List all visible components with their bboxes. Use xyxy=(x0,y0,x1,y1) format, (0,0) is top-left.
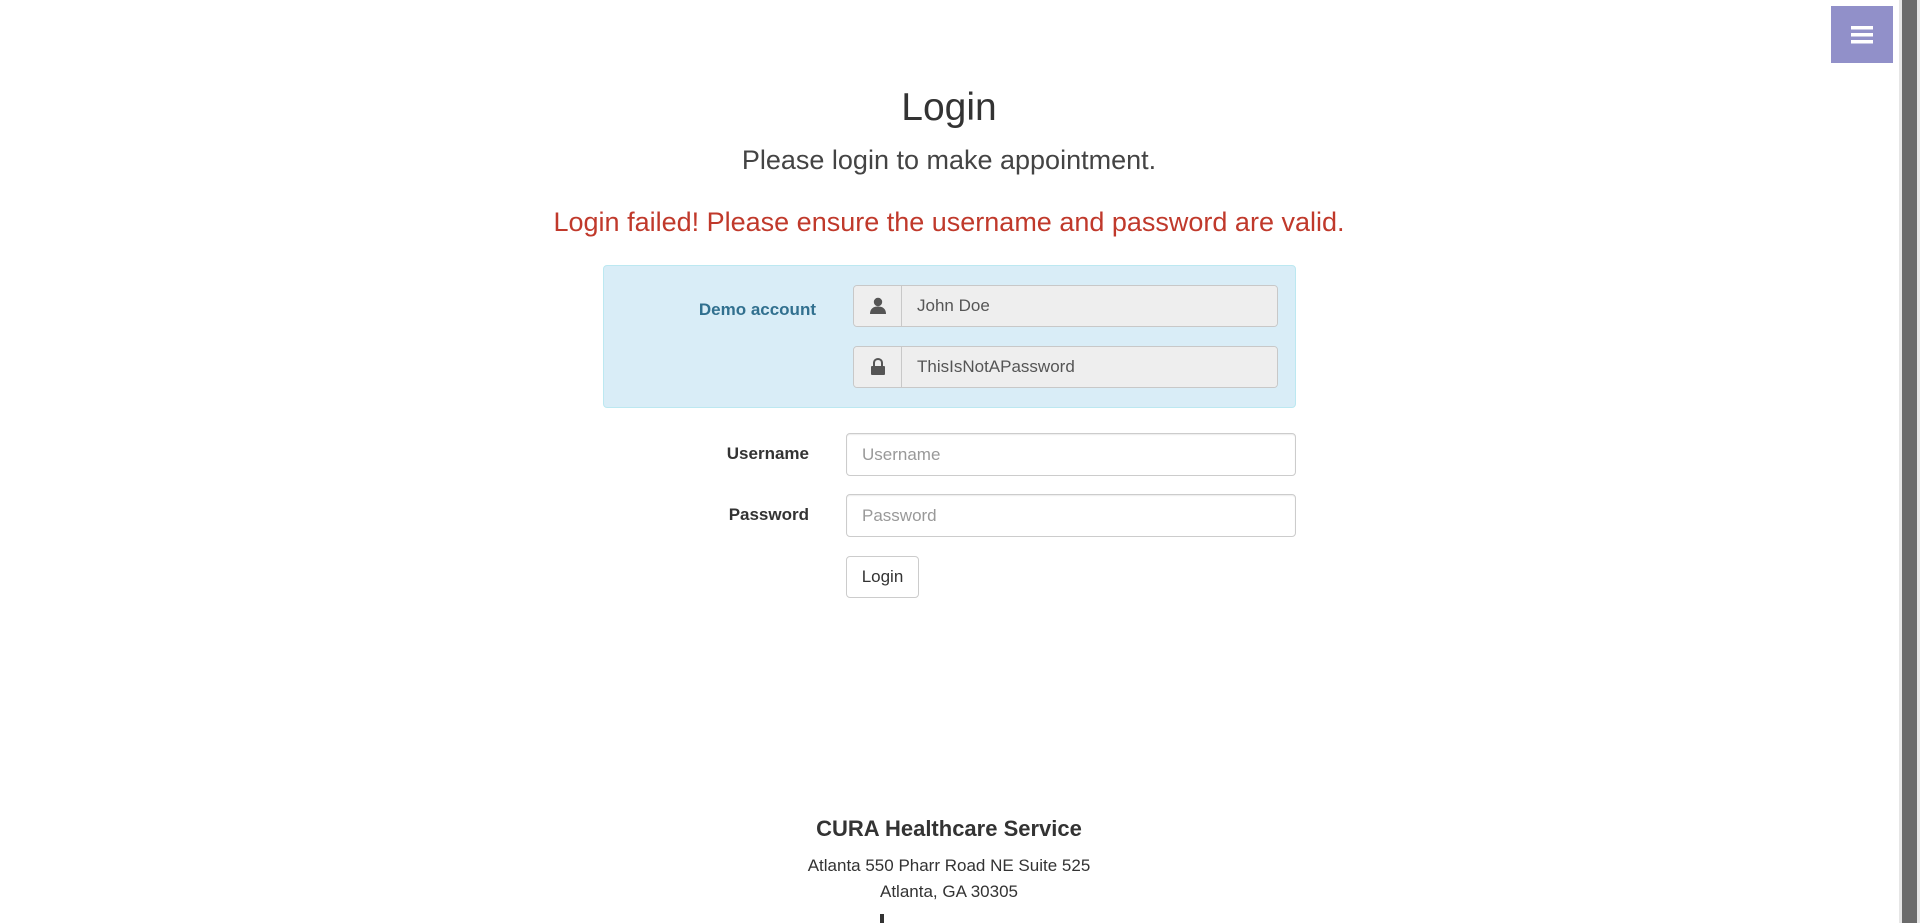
username-label: Username xyxy=(726,444,809,463)
demo-username-addon xyxy=(854,286,902,326)
menu-toggle-button[interactable] xyxy=(1831,6,1893,63)
page-title: Login xyxy=(901,86,997,129)
page-subtitle: Please login to make appointment. xyxy=(741,145,1157,175)
footer-company-name: CURA Healthcare Service xyxy=(816,816,1082,841)
footer-address-line2: Atlanta, GA 30305 xyxy=(880,882,1018,901)
username-input[interactable] xyxy=(846,433,1296,476)
footer-glyph-fragment xyxy=(880,914,884,923)
footer-address-line1: Atlanta 550 Pharr Road NE Suite 525 xyxy=(807,856,1091,875)
demo-account-panel: Demo account xyxy=(603,265,1296,408)
demo-username-field[interactable] xyxy=(902,286,1277,326)
footer-contact-partial xyxy=(880,912,940,923)
login-error-message: Login failed! Please ensure the username… xyxy=(553,207,1345,237)
password-input[interactable] xyxy=(846,494,1296,537)
demo-password-field[interactable] xyxy=(902,347,1277,387)
login-button[interactable]: Login xyxy=(846,556,919,598)
hamburger-menu-icon xyxy=(1851,25,1873,43)
scrollbar-thumb[interactable] xyxy=(1902,0,1917,923)
page: Login Please login to make appointment. … xyxy=(0,0,1920,923)
demo-username-group xyxy=(853,285,1278,327)
password-label: Password xyxy=(728,505,809,524)
footer-address: Atlanta 550 Pharr Road NE Suite 525 Atla… xyxy=(0,853,1898,905)
lock-icon xyxy=(870,358,885,375)
demo-password-addon xyxy=(854,347,902,387)
user-icon xyxy=(869,297,886,314)
demo-password-group xyxy=(853,346,1278,388)
vertical-scrollbar[interactable] xyxy=(1899,0,1920,923)
demo-account-label: Demo account xyxy=(698,300,816,319)
